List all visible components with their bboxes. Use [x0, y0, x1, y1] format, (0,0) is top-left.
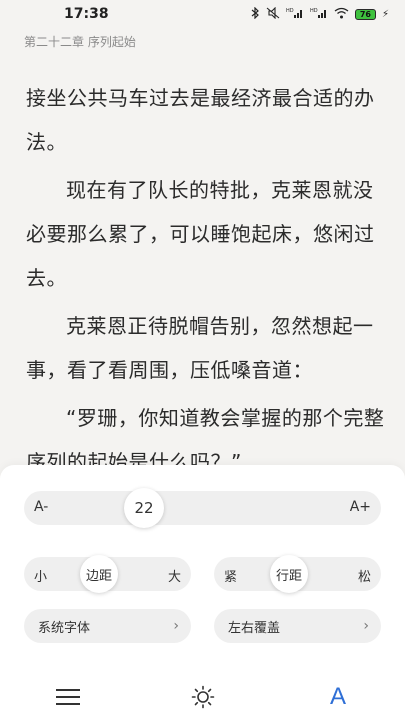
chevron-right-icon: ›	[173, 618, 179, 634]
page-turn-mode-button[interactable]: 左右覆盖 ›	[214, 609, 381, 643]
font-size-increase-button[interactable]: A+	[350, 499, 371, 515]
status-bar: 17:38 HD HD 76 ⚡	[0, 0, 405, 28]
signal-hd-icon: HD	[286, 7, 304, 22]
font-size-slider[interactable]: A- 22 A+	[24, 488, 381, 528]
system-font-button[interactable]: 系统字体 ›	[24, 609, 191, 643]
font-settings-tab[interactable]: A	[323, 682, 353, 712]
signal-hd-icon: HD	[310, 7, 328, 22]
margin-slider[interactable]: 小 边距 大	[24, 555, 191, 593]
margin-min-label: 小	[34, 570, 48, 585]
line-spacing-knob[interactable]: 行距	[270, 555, 308, 593]
line-spacing-max-label: 松	[357, 570, 371, 585]
mute-icon	[266, 6, 280, 22]
reading-settings-panel: A- 22 A+ 小 边距 大 紧 行距 松 系统字体 › 左右覆盖 › A	[0, 465, 405, 720]
bluetooth-icon	[251, 6, 260, 22]
font-tab-icon: A	[329, 683, 346, 710]
system-font-label: 系统字体	[38, 620, 91, 636]
line-spacing-slider[interactable]: 紧 行距 松	[214, 555, 381, 593]
chapter-title: 第二十二章 序列起始	[24, 35, 136, 49]
font-size-knob[interactable]: 22	[124, 488, 164, 528]
reading-content[interactable]: 接坐公共马车过去是最经济最合适的办法。 现在有了队长的特批，克莱恩就没必要那么累…	[26, 76, 386, 488]
page-turn-mode-label: 左右覆盖	[228, 620, 281, 636]
font-size-decrease-button[interactable]: A-	[34, 499, 48, 515]
line-spacing-min-label: 紧	[224, 570, 238, 585]
bottom-toolbar: A	[0, 670, 405, 720]
paragraph: 现在有了队长的特批，克莱恩就没必要那么累了，可以睡饱起床，悠闲过去。	[26, 178, 375, 290]
wifi-icon	[334, 7, 349, 22]
battery-indicator: 76	[354, 8, 376, 20]
paragraph: 接坐公共马车过去是最经济最合适的办法。	[26, 86, 375, 154]
charging-icon: ⚡	[381, 8, 389, 20]
margin-knob[interactable]: 边距	[80, 555, 118, 593]
margin-max-label: 大	[167, 570, 181, 585]
status-icons: HD HD 76 ⚡	[251, 6, 389, 22]
paragraph: 克莱恩正待脱帽告别，忽然想起一事，看了看周围，压低嗓音道：	[26, 314, 374, 382]
svg-text:HD: HD	[286, 8, 294, 14]
chevron-right-icon: ›	[363, 618, 369, 634]
svg-text:HD: HD	[310, 8, 318, 14]
brightness-icon[interactable]	[188, 682, 218, 712]
status-time: 17:38	[64, 6, 109, 22]
menu-icon[interactable]	[53, 682, 83, 712]
